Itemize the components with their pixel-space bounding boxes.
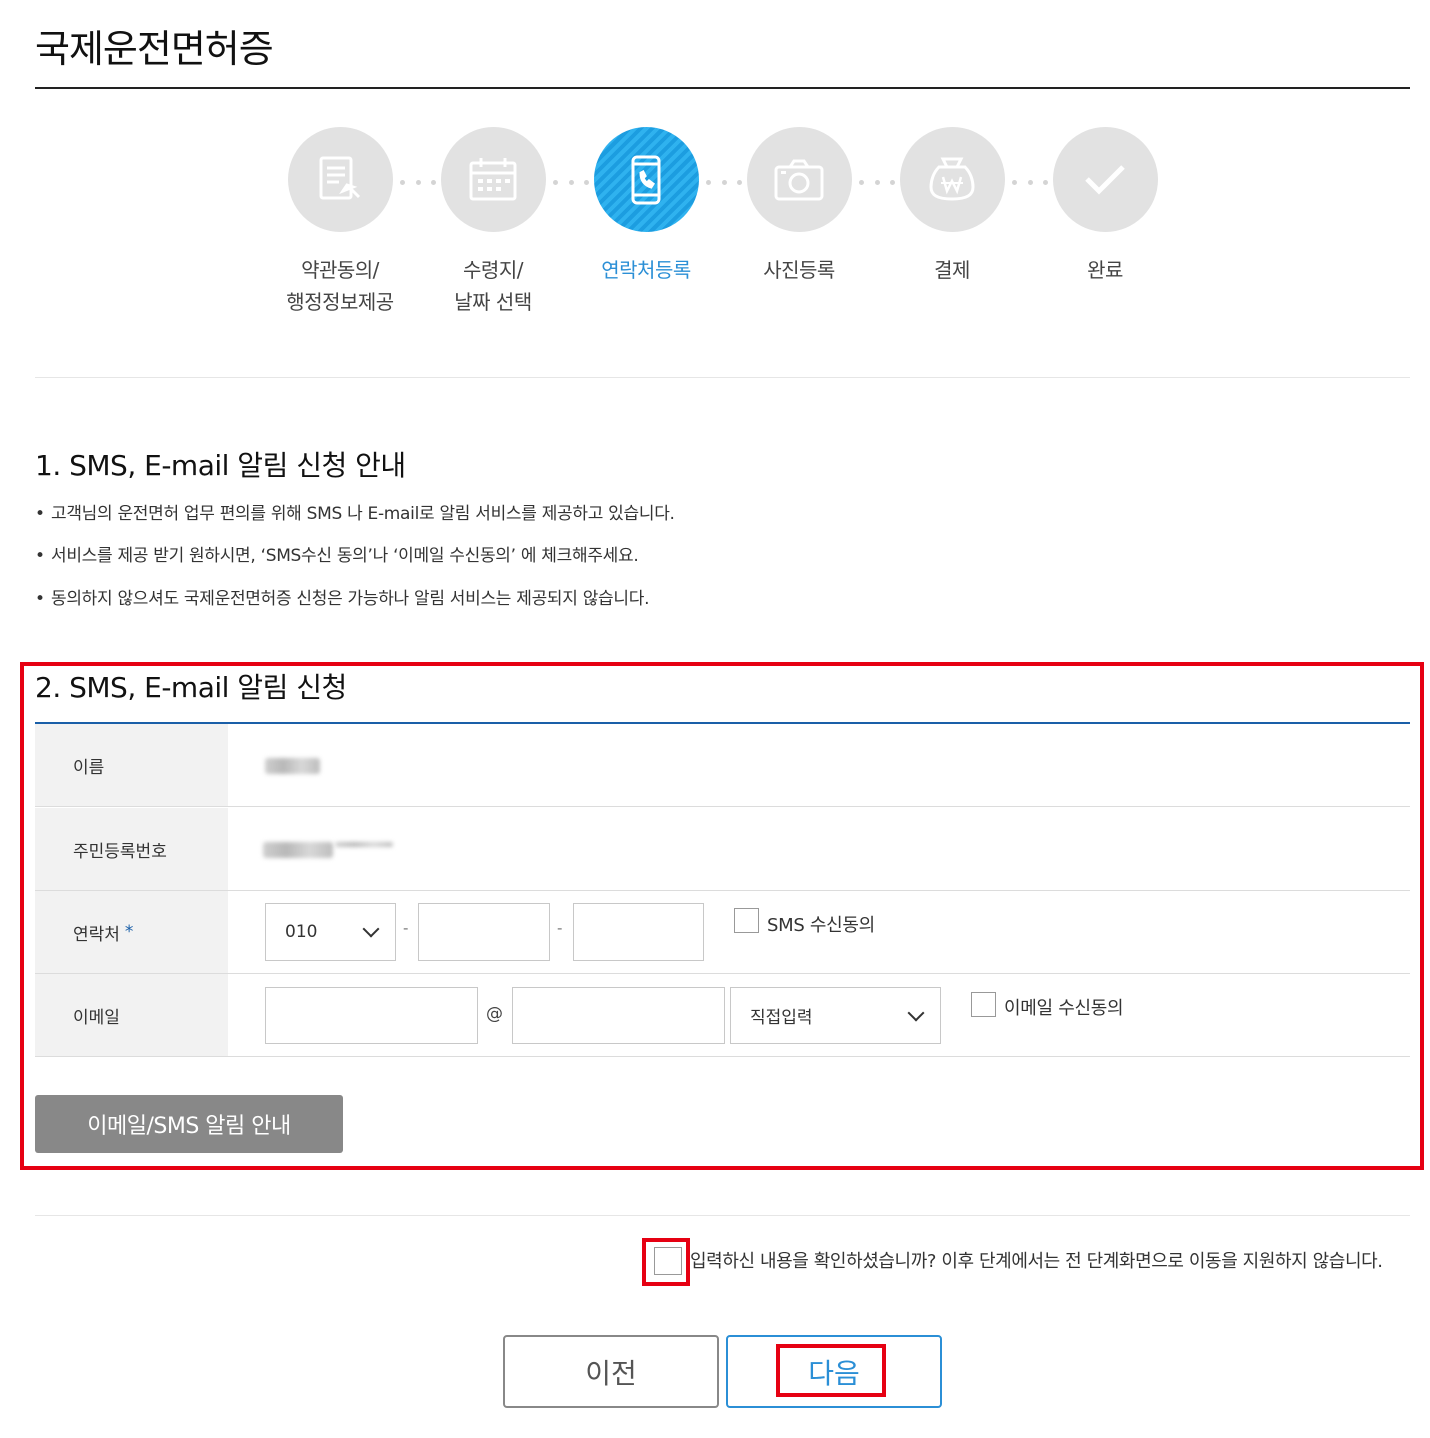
step-label: 연락처등록 — [601, 258, 691, 282]
rrn-value-redacted — [263, 842, 333, 858]
email-domain-input[interactable] — [512, 987, 725, 1044]
camera-icon — [746, 127, 852, 232]
rrn-label: 주민등록번호 — [35, 808, 228, 890]
step-label: 결제 — [934, 258, 970, 282]
won-bag-icon — [899, 127, 1005, 232]
chevron-down-icon — [362, 920, 380, 938]
phone-middle-input[interactable] — [418, 903, 550, 961]
calendar-icon — [440, 127, 546, 232]
step-label: 날짜 선택 — [454, 290, 532, 314]
at-sign: @ — [486, 1004, 503, 1024]
email-consent-checkbox[interactable] — [971, 992, 996, 1017]
email-consent-label: 이메일 수신동의 — [1004, 998, 1124, 1019]
bullet-text: 동의하지 않으셔도 국제운전면허증 신청은 가능하나 알림 서비스는 제공되지 … — [51, 589, 650, 609]
confirm-checkbox[interactable] — [654, 1247, 682, 1275]
phone-prefix-select[interactable]: 010 — [265, 903, 396, 961]
phone-prefix-value: 010 — [285, 922, 318, 942]
phone-label-text: 연락처 — [73, 924, 120, 945]
email-domain-select-value: 직접입력 — [750, 1008, 813, 1028]
section-divider — [35, 377, 1410, 378]
section1-title: 1. SMS, E-mail 알림 신청 안내 — [35, 449, 406, 482]
step-contact: 연락처등록 — [576, 127, 716, 286]
email-sms-info-button[interactable]: 이메일/SMS 알림 안내 — [35, 1095, 343, 1153]
info-bullet: • 서비스를 제공 받기 원하시면, ‘SMS수신 동의’나 ‘이메일 수신동의’… — [35, 546, 639, 566]
phone-icon — [593, 127, 699, 232]
required-mark: * — [124, 922, 134, 942]
info-bullet: • 동의하지 않으셔도 국제운전면허증 신청은 가능하나 알림 서비스는 제공되지… — [35, 589, 650, 609]
step-label: 사진등록 — [763, 258, 835, 282]
phone-last-input[interactable] — [573, 903, 704, 961]
step-photo: 사진등록 — [729, 127, 869, 286]
name-value-redacted — [265, 758, 320, 774]
rrn-masked — [335, 842, 393, 847]
step-label: 수령지/ — [463, 258, 523, 282]
step-label: 완료 — [1087, 258, 1123, 282]
step-label: 행정정보제공 — [286, 290, 394, 314]
step-terms: 약관동의/행정정보제공 — [270, 127, 410, 318]
next-button-highlight — [776, 1344, 886, 1397]
prev-button[interactable]: 이전 — [503, 1335, 719, 1408]
phone-label: 연락처 * — [35, 891, 228, 973]
confirm-text: 입력하신 내용을 확인하셨습니까? 이후 단계에서는 전 단계화면으로 이동을 … — [690, 1251, 1383, 1272]
section2-title: 2. SMS, E-mail 알림 신청 — [35, 671, 347, 704]
phone-separator: - — [403, 919, 409, 937]
chevron-down-icon — [907, 1004, 925, 1021]
page-title: 국제운전면허증 — [35, 27, 274, 71]
checkmark-icon — [1052, 127, 1158, 232]
step-payment: 결제 — [882, 127, 1022, 286]
email-row: 이메일 @ 직접입력 이메일 수신동의 — [35, 974, 1410, 1057]
phone-row: 연락처 * 010 - - SMS 수신동의 — [35, 891, 1410, 974]
sms-consent-label: SMS 수신동의 — [767, 915, 875, 936]
document-icon — [287, 127, 393, 232]
title-divider — [35, 87, 1410, 89]
phone-separator: - — [557, 919, 563, 937]
name-row: 이름 — [35, 724, 1410, 807]
sms-consent-checkbox[interactable] — [734, 908, 759, 933]
email-domain-select[interactable]: 직접입력 — [730, 987, 941, 1044]
rrn-row: 주민등록번호 — [35, 808, 1410, 891]
bullet-text: 서비스를 제공 받기 원하시면, ‘SMS수신 동의’나 ‘이메일 수신동의’ … — [51, 546, 639, 566]
email-label: 이메일 — [35, 974, 228, 1056]
step-complete: 완료 — [1035, 127, 1175, 286]
section-divider — [35, 1215, 1410, 1216]
email-id-input[interactable] — [265, 987, 478, 1044]
step-pickup-date: 수령지/날짜 선택 — [423, 127, 563, 318]
name-label: 이름 — [35, 724, 228, 806]
info-bullet: • 고객님의 운전면허 업무 편의를 위해 SMS 나 E-mail로 알림 서비… — [35, 504, 675, 524]
bullet-text: 고객님의 운전면허 업무 편의를 위해 SMS 나 E-mail로 알림 서비스… — [51, 504, 675, 524]
step-label: 약관동의/ — [301, 258, 379, 282]
